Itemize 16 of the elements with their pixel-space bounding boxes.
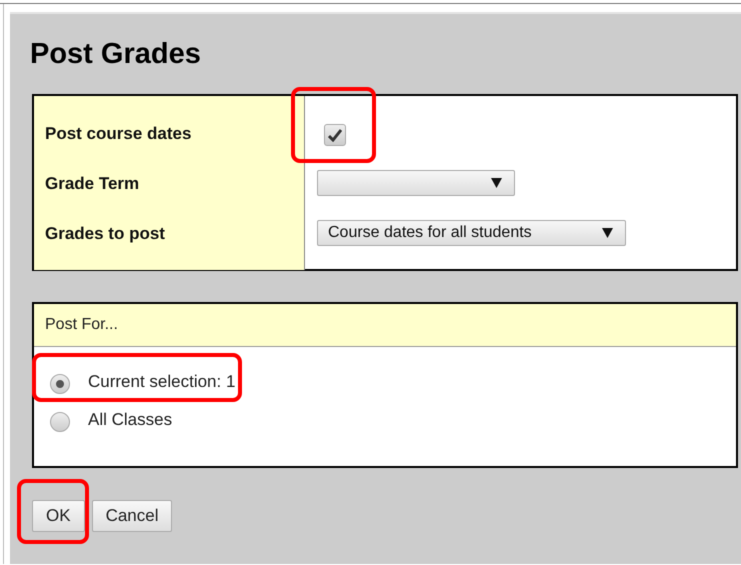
radio-label[interactable]: Current selection: 1 <box>88 372 236 392</box>
field-label: Grades to post <box>44 223 165 244</box>
check-icon <box>328 128 342 142</box>
radio-label[interactable]: All Classes <box>88 410 172 430</box>
checkbox[interactable] <box>324 124 346 146</box>
section-header: Post For... <box>45 316 118 335</box>
dialog-button[interactable]: Cancel <box>92 500 172 532</box>
field-label: Post course dates <box>44 123 192 144</box>
dialog-button[interactable]: OK <box>32 500 85 532</box>
caret-icon <box>602 228 613 238</box>
dropdown[interactable]: Course dates for all students <box>317 220 626 246</box>
caret-icon <box>491 178 502 188</box>
dialog-title: Post Grades <box>29 37 202 72</box>
radio-button[interactable] <box>50 412 70 432</box>
field-label: Grade Term <box>44 173 140 194</box>
radio-button[interactable] <box>50 374 70 394</box>
